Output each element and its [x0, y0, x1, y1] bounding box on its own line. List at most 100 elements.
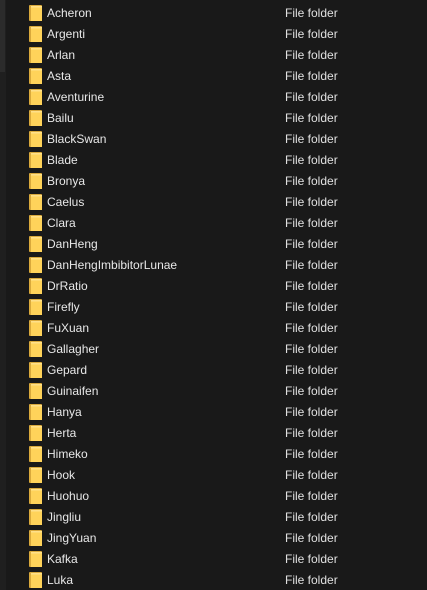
file-name: Himeko [47, 447, 88, 461]
file-type: File folder [285, 216, 338, 230]
file-type: File folder [285, 384, 338, 398]
file-type: File folder [285, 405, 338, 419]
file-type: File folder [285, 258, 338, 272]
folder-icon [29, 551, 42, 567]
file-type: File folder [285, 279, 338, 293]
folder-icon [29, 299, 42, 315]
file-list-row-fuxuan[interactable]: FuXuan File folder [0, 318, 427, 339]
file-list-row-guinaifen[interactable]: Guinaifen File folder [0, 381, 427, 402]
folder-icon [29, 509, 42, 525]
folder-icon [29, 530, 42, 546]
file-list-row-luka[interactable]: Luka File folder [0, 570, 427, 590]
file-list-row-caelus[interactable]: Caelus File folder [0, 192, 427, 213]
file-name: Bronya [47, 174, 86, 188]
file-list-row-bailu[interactable]: Bailu File folder [0, 108, 427, 129]
folder-icon [29, 446, 42, 462]
file-list: Acheron File folder Argenti File folder … [0, 3, 427, 590]
folder-icon [29, 47, 42, 63]
file-type: File folder [285, 363, 338, 377]
file-name: JingYuan [47, 531, 97, 545]
file-list-row-blackswan[interactable]: BlackSwan File folder [0, 129, 427, 150]
file-type: File folder [285, 237, 338, 251]
file-type: File folder [285, 447, 338, 461]
file-list-row-argenti[interactable]: Argenti File folder [0, 24, 427, 45]
file-list-row-clara[interactable]: Clara File folder [0, 213, 427, 234]
file-type: File folder [285, 69, 338, 83]
file-type: File folder [285, 174, 338, 188]
file-name: DrRatio [47, 279, 88, 293]
file-type: File folder [285, 573, 338, 587]
file-list-row-gepard[interactable]: Gepard File folder [0, 360, 427, 381]
file-list-row-hook[interactable]: Hook File folder [0, 465, 427, 486]
file-name: Kafka [47, 552, 78, 566]
file-list-row-gallagher[interactable]: Gallagher File folder [0, 339, 427, 360]
file-list-row-firefly[interactable]: Firefly File folder [0, 297, 427, 318]
folder-icon [29, 26, 42, 42]
file-name: Aventurine [47, 90, 105, 104]
file-type: File folder [285, 153, 338, 167]
file-name: FuXuan [47, 321, 90, 335]
file-name: Herta [47, 426, 77, 440]
file-type: File folder [285, 489, 338, 503]
file-name: Huohuo [47, 489, 90, 503]
folder-icon [29, 89, 42, 105]
folder-icon [29, 278, 42, 294]
folder-icon [29, 173, 42, 189]
file-list-row-bronya[interactable]: Bronya File folder [0, 171, 427, 192]
file-list-row-huohuo[interactable]: Huohuo File folder [0, 486, 427, 507]
folder-icon [29, 257, 42, 273]
file-type: File folder [285, 321, 338, 335]
file-name: BlackSwan [47, 132, 107, 146]
folder-icon [29, 5, 42, 21]
file-name: Gepard [47, 363, 88, 377]
folder-icon [29, 362, 42, 378]
file-name: Firefly [47, 300, 80, 314]
file-name: Arlan [47, 48, 76, 62]
file-type: File folder [285, 27, 338, 41]
file-name: Jingliu [47, 510, 82, 524]
file-name: Luka [47, 573, 74, 587]
file-list-row-danhengimbibitorlunae[interactable]: DanHengImbibitorLunae File folder [0, 255, 427, 276]
folder-icon [29, 68, 42, 84]
file-name: Argenti [47, 27, 86, 41]
file-list-row-arlan[interactable]: Arlan File folder [0, 45, 427, 66]
file-type: File folder [285, 531, 338, 545]
file-list-row-jingliu[interactable]: Jingliu File folder [0, 507, 427, 528]
folder-icon [29, 572, 42, 588]
file-list-row-drratio[interactable]: DrRatio File folder [0, 276, 427, 297]
file-name: DanHengImbibitorLunae [47, 258, 178, 272]
file-type: File folder [285, 468, 338, 482]
folder-icon [29, 425, 42, 441]
folder-icon [29, 152, 42, 168]
file-name: Gallagher [47, 342, 100, 356]
file-type: File folder [285, 195, 338, 209]
file-type: File folder [285, 132, 338, 146]
folder-icon [29, 320, 42, 336]
file-name: Clara [47, 216, 76, 230]
file-type: File folder [285, 90, 338, 104]
file-type: File folder [285, 426, 338, 440]
file-list-row-jingyuan[interactable]: JingYuan File folder [0, 528, 427, 549]
folder-icon [29, 215, 42, 231]
file-name: Guinaifen [47, 384, 99, 398]
file-type: File folder [285, 6, 338, 20]
file-list-row-acheron[interactable]: Acheron File folder [0, 3, 427, 24]
file-list-row-blade[interactable]: Blade File folder [0, 150, 427, 171]
folder-icon [29, 383, 42, 399]
folder-icon [29, 488, 42, 504]
file-list-row-himeko[interactable]: Himeko File folder [0, 444, 427, 465]
folder-icon [29, 404, 42, 420]
file-name: Caelus [47, 195, 85, 209]
file-list-row-aventurine[interactable]: Aventurine File folder [0, 87, 427, 108]
file-list-row-hanya[interactable]: Hanya File folder [0, 402, 427, 423]
file-list-row-herta[interactable]: Herta File folder [0, 423, 427, 444]
folder-icon [29, 194, 42, 210]
file-list-row-danheng[interactable]: DanHeng File folder [0, 234, 427, 255]
file-name: Asta [47, 69, 72, 83]
file-name: Acheron [47, 6, 92, 20]
file-type: File folder [285, 510, 338, 524]
file-list-row-asta[interactable]: Asta File folder [0, 66, 427, 87]
file-name: Hanya [47, 405, 82, 419]
file-list-row-kafka[interactable]: Kafka File folder [0, 549, 427, 570]
file-type: File folder [285, 111, 338, 125]
